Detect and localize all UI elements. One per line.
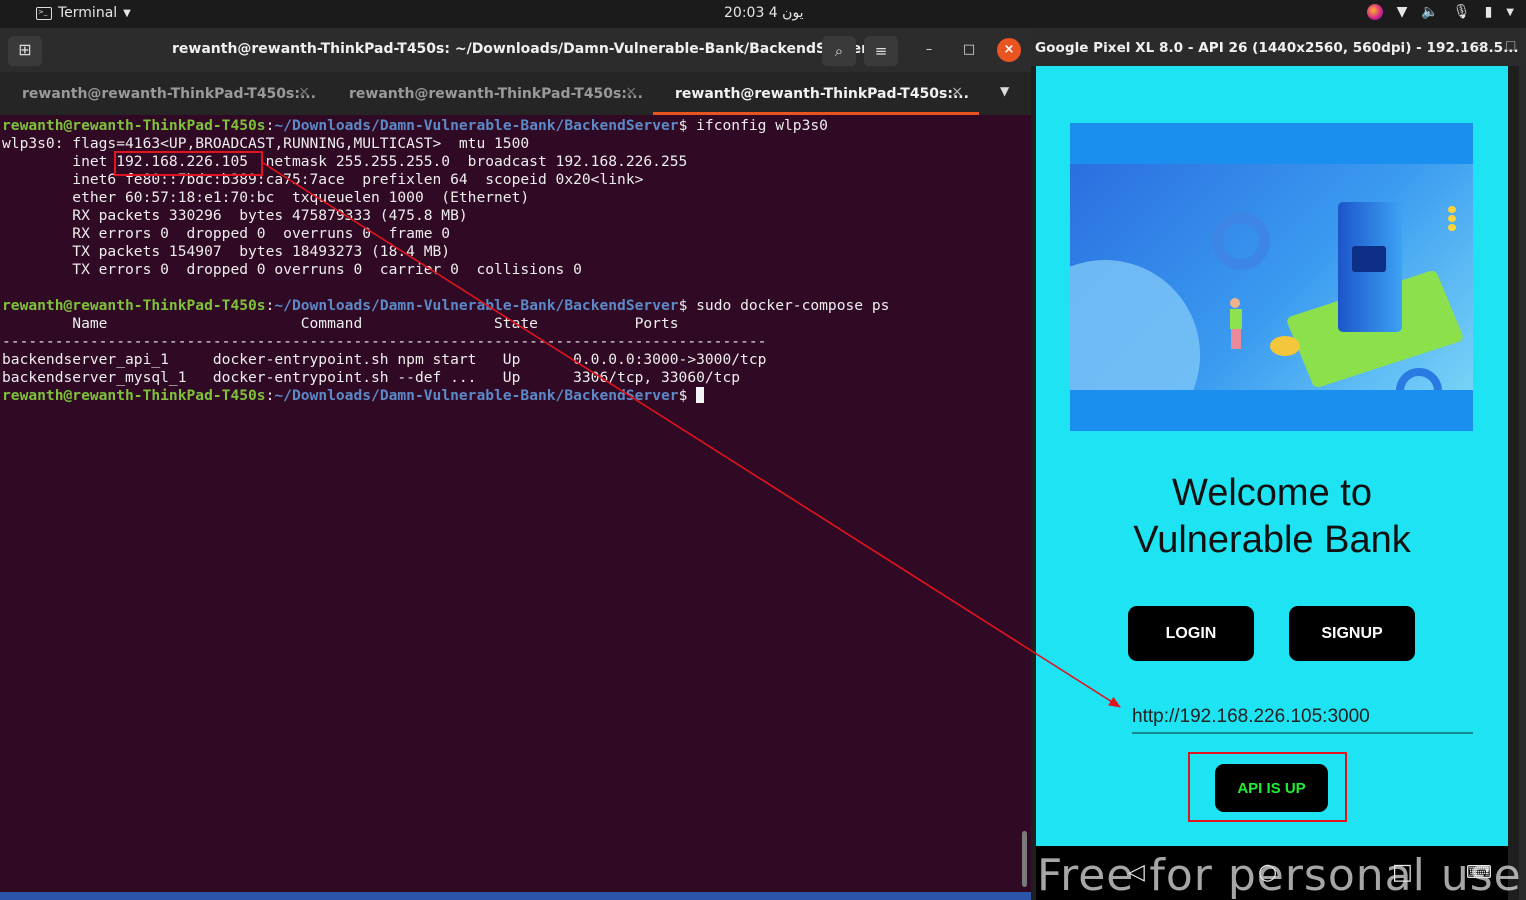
tab-bar: rewanth@rewanth-ThinkPad-T450s:... × rew… — [0, 72, 1031, 115]
emulator-side-panel — [1519, 66, 1526, 900]
terminal-titlebar: ⊞ rewanth@rewanth-ThinkPad-T450s: ~/Down… — [0, 28, 1031, 72]
app-name: Terminal — [58, 5, 118, 21]
ps-row: backendserver_api_1 docker-entrypoint.sh… — [2, 351, 767, 368]
watermark: Free for personal use — [1037, 850, 1522, 900]
command-text: $ — [678, 387, 697, 404]
chevron-down-icon: ▼ — [1506, 6, 1514, 18]
terminal-tab[interactable]: rewanth@rewanth-ThinkPad-T450s:... × — [327, 72, 653, 115]
command-text: $ sudo docker-compose ps — [678, 297, 890, 314]
output-line: wlp3s0: flags=4163<UP,BROADCAST,RUNNING,… — [2, 135, 530, 152]
minimize-icon[interactable]: – — [1477, 38, 1483, 52]
maximize-icon[interactable]: □ — [957, 38, 981, 62]
output-line: RX packets 330296 bytes 475879333 (475.8… — [2, 207, 468, 224]
highlight-api-status-box — [1188, 752, 1347, 822]
tab-menu-icon[interactable]: ▼ — [1000, 84, 1009, 98]
battery-icon: ▮ — [1484, 4, 1493, 20]
terminal-tab[interactable]: rewanth@rewanth-ThinkPad-T450s:... × — [0, 72, 326, 115]
output-line: ether 60:57:18:e1:70:bc txqueuelen 1000 … — [2, 189, 530, 206]
command-text: $ ifconfig wlp3s0 — [678, 117, 828, 134]
prompt-user: rewanth@rewanth-ThinkPad-T450s — [2, 297, 266, 314]
terminal-tab-active[interactable]: rewanth@rewanth-ThinkPad-T450s:... × — [653, 72, 979, 115]
ps-header: Name Command State Ports — [2, 315, 679, 332]
close-icon[interactable]: × — [951, 84, 963, 100]
minimize-icon[interactable]: – — [917, 38, 941, 62]
prompt-user: rewanth@rewanth-ThinkPad-T450s — [2, 387, 266, 404]
microphone-icon: 🎙 — [1452, 4, 1471, 20]
prompt-line: rewanth@rewanth-ThinkPad-T450s:~/Downloa… — [2, 387, 705, 405]
prompt-line: rewanth@rewanth-ThinkPad-T450s:~/Downloa… — [2, 297, 889, 315]
emulator-title: Google Pixel XL 8.0 - API 26 (1440x2560,… — [1035, 40, 1519, 56]
welcome-heading-line1: Welcome to — [1172, 472, 1372, 514]
dock-strip — [0, 892, 1031, 900]
bank-illustration — [1070, 123, 1473, 431]
search-icon[interactable]: ⌕ — [822, 36, 856, 66]
close-icon[interactable]: × — [625, 84, 637, 100]
decor-dots — [1448, 206, 1456, 232]
welcome-heading-line2: Vulnerable Bank — [1133, 519, 1411, 561]
output-line: inet 192.168.226.105 netmask 255.255.255… — [2, 153, 688, 170]
prompt-user: rewanth@rewanth-ThinkPad-T450s — [2, 117, 266, 134]
ps-row: backendserver_mysql_1 docker-entrypoint.… — [2, 369, 741, 386]
person-icon — [1230, 298, 1242, 352]
atm-screen — [1352, 246, 1386, 272]
output-line: TX packets 154907 bytes 18493273 (18.4 M… — [2, 243, 451, 260]
app-menu[interactable]: >_ Terminal ▼ — [36, 5, 131, 21]
scrollbar[interactable] — [1022, 831, 1027, 887]
decor-ring — [1396, 368, 1442, 390]
output-line: RX errors 0 dropped 0 overruns 0 frame 0 — [2, 225, 451, 242]
window-title: rewanth@rewanth-ThinkPad-T450s: ~/Downlo… — [172, 41, 868, 57]
highlight-ip-box — [114, 151, 263, 176]
new-tab-icon[interactable]: ⊞ — [8, 36, 42, 66]
illustration-panel — [1070, 164, 1473, 390]
system-tray[interactable]: ▼ 🔈 🎙 ▮ ▼ — [1366, 4, 1514, 20]
tab-label: rewanth@rewanth-ThinkPad-T450s:... — [22, 86, 316, 102]
terminal-app-icon: >_ — [36, 6, 52, 20]
login-button[interactable]: LOGIN — [1128, 606, 1254, 661]
output-line: TX errors 0 dropped 0 overruns 0 carrier… — [2, 261, 582, 278]
prompt-line: rewanth@rewanth-ThinkPad-T450s:~/Downloa… — [2, 117, 828, 135]
device-screen: Welcome to Vulnerable Bank LOGIN SIGNUP … — [1036, 66, 1508, 846]
emulator-titlebar: Google Pixel XL 8.0 - API 26 (1440x2560,… — [1031, 28, 1526, 66]
ps-rule: ----------------------------------------… — [2, 333, 767, 350]
coin-icon — [1270, 336, 1300, 356]
prompt-path: ~/Downloads/Damn-Vulnerable-Bank/Backend… — [274, 297, 679, 314]
system-top-bar: >_ Terminal ▼ 20:03 4 يون ▼ 🔈 🎙 ▮ ▼ — [0, 0, 1526, 28]
volume-icon: 🔈 — [1421, 4, 1439, 20]
wifi-icon: ▼ — [1396, 4, 1408, 20]
decor-ring — [1212, 212, 1270, 270]
atm-icon — [1338, 202, 1402, 332]
clock[interactable]: 20:03 4 يون — [724, 5, 804, 21]
tab-label: rewanth@rewanth-ThinkPad-T450s:... — [675, 86, 969, 102]
maximize-icon[interactable]: □ — [1505, 38, 1516, 52]
close-icon[interactable]: × — [997, 38, 1021, 62]
firefox-icon[interactable] — [1366, 4, 1383, 20]
signup-button[interactable]: SIGNUP — [1289, 606, 1415, 661]
hamburger-icon[interactable]: ≡ — [864, 36, 898, 66]
prompt-path: ~/Downloads/Damn-Vulnerable-Bank/Backend… — [274, 387, 679, 404]
close-icon[interactable]: × — [298, 84, 310, 100]
decor-blob — [1070, 260, 1200, 390]
chevron-down-icon: ▼ — [123, 7, 131, 19]
terminal-output[interactable]: rewanth@rewanth-ThinkPad-T450s:~/Downloa… — [0, 115, 1031, 900]
text-cursor — [696, 387, 705, 403]
tab-label: rewanth@rewanth-ThinkPad-T450s:... — [349, 86, 643, 102]
api-url-input[interactable]: http://192.168.226.105:3000 — [1132, 702, 1473, 734]
output-line: inet6 fe80::7bdc:b389:ca75:7ace prefixle… — [2, 171, 644, 188]
prompt-path: ~/Downloads/Damn-Vulnerable-Bank/Backend… — [274, 117, 679, 134]
